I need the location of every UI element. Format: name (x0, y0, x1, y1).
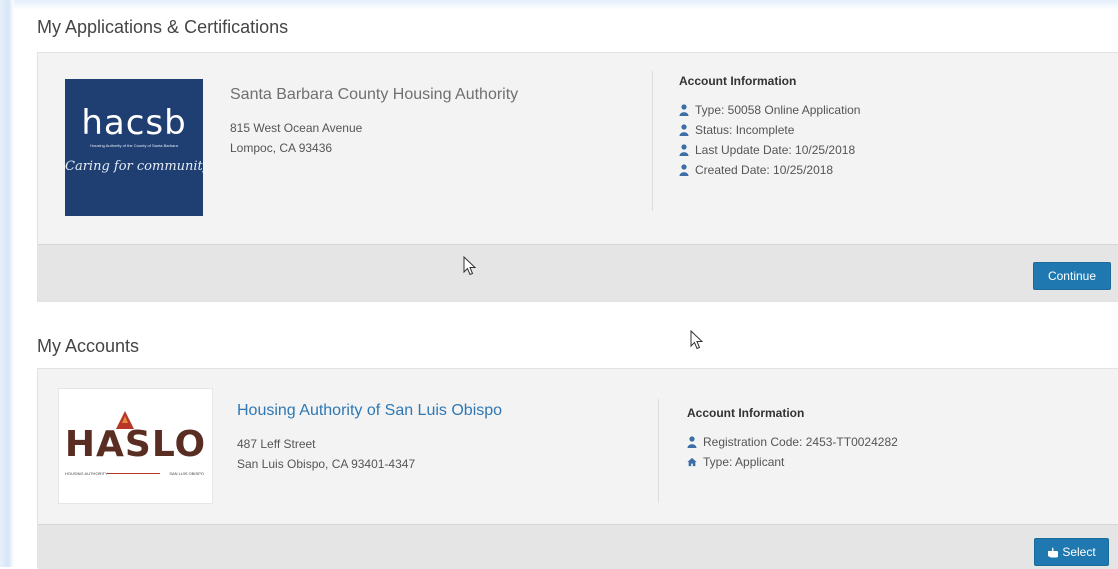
application-divider (652, 71, 653, 211)
account-address-line1: 487 Leff Street (237, 437, 316, 451)
haslo-logo-rule (107, 473, 160, 474)
mouse-cursor-icon (463, 256, 477, 276)
application-address-line1: 815 West Ocean Avenue (230, 121, 363, 135)
account-info-registration-text: Registration Code: 2453-TT0024282 (703, 435, 898, 449)
home-icon (687, 457, 697, 467)
account-account-info-heading: Account Information (687, 406, 805, 420)
account-card: HASLO HOUSING AUTHORITY SAN LUIS OBISPO … (37, 368, 1118, 569)
window-left-edge (0, 0, 14, 567)
user-icon (679, 104, 689, 116)
haslo-logo-wordmark: HASLO (64, 424, 207, 465)
user-icon (679, 144, 689, 156)
application-address-line2: Lompoc, CA 93436 (230, 141, 333, 155)
hacsb-logo: hacsb Housing Authority of the County of… (65, 79, 203, 216)
application-info-type: Type: 50058 Online Application (679, 103, 860, 117)
application-info-created-text: Created Date: 10/25/2018 (695, 163, 834, 177)
select-button-label: Select (1062, 545, 1096, 559)
application-info-last-update: Last Update Date: 10/25/2018 (679, 143, 855, 157)
haslo-logo-left-caption: HOUSING AUTHORITY (65, 471, 108, 476)
hacsb-logo-subline: Housing Authority of the County of Santa… (90, 143, 178, 148)
application-org-name: Santa Barbara County Housing Authority (230, 86, 519, 103)
continue-button[interactable]: Continue (1033, 262, 1111, 290)
haslo-logo: HASLO HOUSING AUTHORITY SAN LUIS OBISPO (58, 388, 213, 504)
account-org-name-link[interactable]: Housing Authority of San Luis Obispo (237, 402, 502, 420)
application-info-last-update-text: Last Update Date: 10/25/2018 (695, 143, 856, 157)
application-card-footer: Continue (38, 244, 1118, 301)
account-address-line2: San Luis Obispo, CA 93401-4347 (237, 457, 416, 471)
account-info-type-text: Type: Applicant (703, 455, 785, 469)
application-info-type-text: Type: 50058 Online Application (695, 103, 861, 117)
user-icon (679, 164, 689, 176)
application-card: hacsb Housing Authority of the County of… (37, 52, 1118, 302)
account-info-registration: Registration Code: 2453-TT0024282 (687, 435, 898, 449)
account-divider (658, 399, 659, 503)
account-info-type: Type: Applicant (687, 455, 784, 469)
hacsb-logo-wordmark: hacsb (81, 103, 187, 143)
account-card-footer: Select (38, 524, 1118, 569)
accounts-section-title: My Accounts (37, 336, 140, 356)
applications-section-title: My Applications & Certifications (37, 17, 289, 37)
select-button[interactable]: Select (1034, 538, 1109, 566)
window-top-edge (0, 0, 1118, 10)
hand-pointer-icon (1048, 547, 1059, 557)
application-info-created: Created Date: 10/25/2018 (679, 163, 833, 177)
application-info-status: Status: Incomplete (679, 123, 794, 137)
user-icon (687, 436, 697, 448)
application-info-status-text: Status: Incomplete (695, 123, 795, 137)
application-account-info-heading: Account Information (679, 74, 797, 88)
haslo-logo-right-caption: SAN LUIS OBISPO (169, 471, 204, 476)
hacsb-logo-tagline: Caring for community (65, 159, 203, 174)
mouse-cursor-icon (690, 330, 704, 350)
user-icon (679, 124, 689, 136)
